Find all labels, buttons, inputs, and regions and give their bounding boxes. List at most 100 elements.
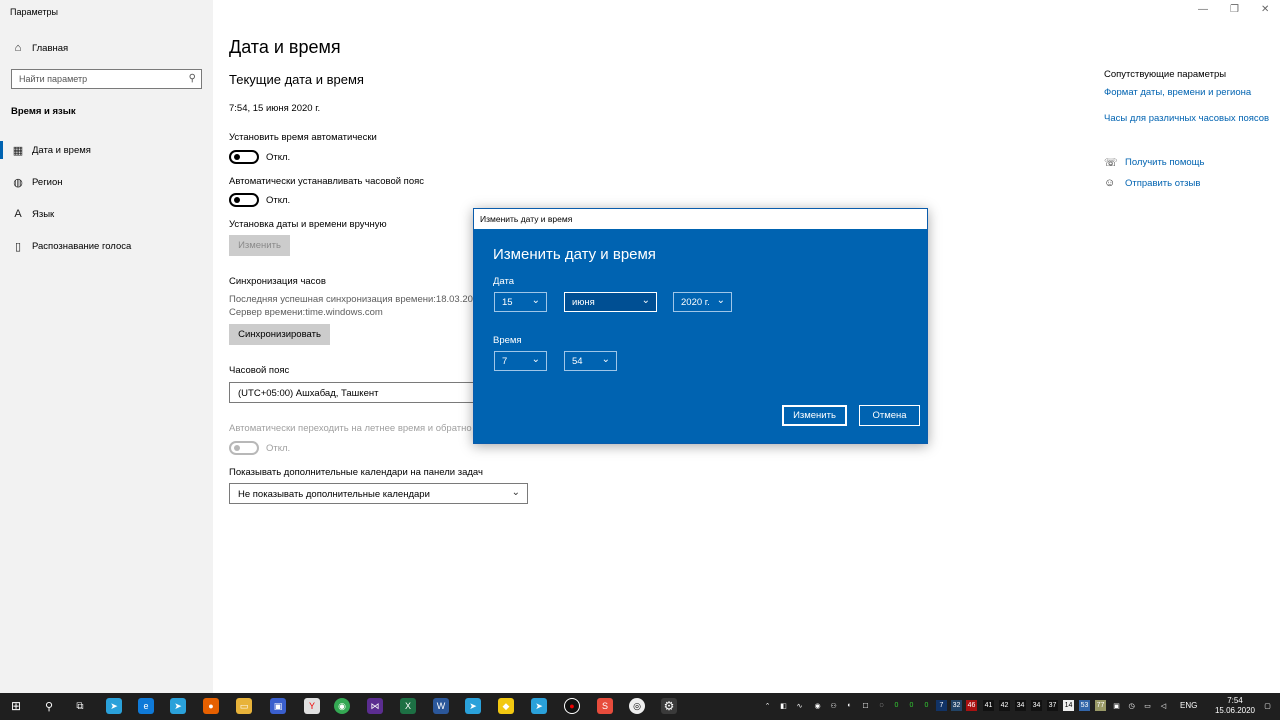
language-icon: A [14,208,22,220]
tray-counter[interactable]: 42 [999,700,1010,711]
sidebar-item-label: Язык [32,208,55,220]
folder-icon[interactable]: ▭ [236,698,252,714]
day-select[interactable]: 15 ⌄ [494,292,547,312]
tray-counter[interactable]: 34 [1015,700,1026,711]
tray-app-icon[interactable]: ▣ [1111,700,1122,711]
word-icon[interactable]: W [433,698,449,714]
chevron-up-icon[interactable]: ⌃ [762,700,773,711]
notifications-icon[interactable]: ▢ [1262,700,1273,711]
link-clocks-timezones[interactable]: Часы для различных часовых поясов [1104,113,1269,124]
telegram-icon[interactable]: ➤ [531,698,547,714]
year-value: 2020 г. [681,297,710,308]
sidebar-item-language[interactable]: A Язык [0,202,213,226]
edge-icon[interactable]: e [138,698,154,714]
taskbar-clock[interactable]: 7:54 15.06.2020 [1215,696,1255,716]
steam-icon[interactable]: ◐ [844,700,855,711]
chat-help-icon: ☏ [1104,157,1118,169]
network-icon[interactable]: ▭ [1142,700,1153,711]
tray-counter[interactable]: 37 [1047,700,1058,711]
calendars-value: Не показывать дополнительные календари [238,489,430,500]
chrome-icon[interactable]: ◉ [334,698,350,714]
tray-app-icon[interactable]: ◌ [876,700,887,711]
sidebar-item-home[interactable]: ⌂ Главная [0,36,213,60]
day-value: 15 [502,297,513,308]
tray-counter[interactable]: 53 [1079,700,1090,711]
auto-tz-toggle[interactable] [229,193,259,207]
auto-tz-state: Откл. [266,195,291,206]
auto-time-toggle[interactable] [229,150,259,164]
tray-counter[interactable]: 0 [891,700,902,711]
feedback-label: Отправить отзыв [1125,177,1201,189]
tray-app-icon[interactable]: ⚇ [828,700,839,711]
tray-counter[interactable]: 14 [1063,700,1074,711]
month-value: июня [572,297,595,308]
search-icon: ⚲ [188,73,196,84]
auto-time-state: Откл. [266,152,291,163]
dialog-ok-button[interactable]: Изменить [782,405,847,426]
excel-icon[interactable]: X [400,698,416,714]
auto-tz-label: Автоматически устанавливать часовой пояс [229,176,425,187]
dst-toggle[interactable] [229,441,259,455]
sidebar-item-label: Распознавание голоса [32,240,132,252]
minute-select[interactable]: 54 ⌄ [564,351,617,371]
search-icon[interactable]: ⚲ [41,698,57,714]
sync-header: Синхронизация часов [229,276,326,287]
search-input[interactable]: Найти параметр ⚲ [11,69,202,89]
telegram-icon[interactable]: ➤ [170,698,186,714]
telegram-icon[interactable]: ➤ [106,698,122,714]
change-button[interactable]: Изменить [229,235,290,256]
timezone-select[interactable]: (UTC+05:00) Ашхабад, Ташкент [229,382,475,403]
tray-counter[interactable]: 34 [1031,700,1042,711]
hour-select[interactable]: 7 ⌄ [494,351,547,371]
minimize-button[interactable]: — [1198,4,1208,15]
tray-app-icon[interactable]: ◷ [1126,700,1137,711]
calendars-select[interactable]: Не показывать дополнительные календари ⌄ [229,483,528,504]
tray-app-icon[interactable]: ∿ [794,700,805,711]
app-s-icon[interactable]: S [597,698,613,714]
sidebar: Параметры ⌂ Главная Найти параметр ⚲ Вре… [0,0,213,693]
sync-button[interactable]: Синхронизировать [229,324,330,345]
get-help-link[interactable]: ☏ Получить помощь [1104,156,1204,169]
dialog-cancel-button[interactable]: Отмена [859,405,920,426]
year-select[interactable]: 2020 г. ⌄ [673,292,732,312]
telegram-icon[interactable]: ➤ [465,698,481,714]
yandex-browser-icon[interactable]: Y [304,698,320,714]
tray-app-icon[interactable]: ◧ [778,700,789,711]
tray-counter[interactable]: 0 [906,700,917,711]
save-floppy-icon[interactable]: ▣ [270,698,286,714]
tray-app-icon[interactable]: ☐ [860,700,871,711]
dst-state: Откл. [266,443,291,454]
sidebar-item-date-time[interactable]: ▦ Дата и время [0,138,213,162]
volume-icon[interactable]: ◁ [1158,700,1169,711]
app-icon[interactable]: ◆ [498,698,514,714]
close-button[interactable]: ✕ [1261,4,1269,15]
tray-counter[interactable]: 41 [983,700,994,711]
windows-start-icon[interactable]: ⊞ [8,698,24,714]
sidebar-item-speech[interactable]: ▯ Распознавание голоса [0,234,213,258]
settings-gear-icon[interactable]: ⚙ [661,698,677,714]
visual-studio-icon[interactable]: ⋈ [367,698,383,714]
record-icon[interactable]: ● [564,698,580,714]
change-datetime-dialog: Изменить дату и время Изменить дату и вр… [473,208,928,444]
tray-counter[interactable]: 32 [951,700,962,711]
tray-counter[interactable]: 7 [936,700,947,711]
active-indicator [0,141,3,159]
tray-counter[interactable]: 0 [921,700,932,711]
maximize-button[interactable]: ❐ [1230,4,1239,15]
feedback-icon: ☺ [1104,177,1116,189]
chevron-down-icon: ⌄ [511,487,520,498]
sidebar-item-region[interactable]: ◍ Регион [0,170,213,194]
month-select[interactable]: июня ⌄ [564,292,657,312]
eye-icon[interactable]: ◎ [629,698,645,714]
feedback-link[interactable]: ☺ Отправить отзыв [1104,177,1200,189]
task-view-icon[interactable]: ⧉ [72,698,88,714]
link-date-format[interactable]: Формат даты, времени и региона [1104,87,1251,98]
page-title: Дата и время [229,37,341,57]
time-label: Время [493,335,522,346]
firefox-icon[interactable]: ● [203,698,219,714]
tray-counter[interactable]: 46 [966,700,977,711]
tray-app-icon[interactable]: ◉ [812,700,823,711]
input-language[interactable]: ENG [1180,701,1197,710]
minute-value: 54 [572,356,583,367]
tray-counter[interactable]: 77 [1095,700,1106,711]
